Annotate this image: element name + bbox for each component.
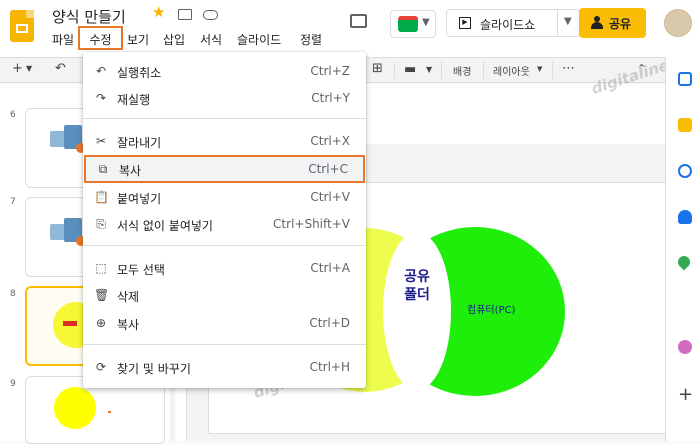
divider — [483, 62, 484, 79]
slide-number: 8 — [10, 289, 16, 299]
menu-item-undo[interactable]: ↶ 실행취소 Ctrl+Z — [83, 58, 366, 84]
app-header: 양식 만들기 ★ 파일 수정 보기 삽입 서식 슬라이드 정렬 ▼ ▶ 슬라이드… — [0, 0, 700, 57]
addon-icon[interactable] — [678, 340, 692, 354]
meet-icon — [398, 16, 418, 32]
cut-icon: ✂ — [95, 134, 107, 148]
insert-comment-icon[interactable]: ⊞ — [372, 61, 383, 76]
document-title[interactable]: 양식 만들기 — [52, 6, 126, 27]
edit-menu-dropdown: ↶ 실행취소 Ctrl+Z ↷ 재실행 Ctrl+Y ✂ 잘라내기 Ctrl+X… — [83, 52, 366, 388]
share-button[interactable]: 공유 — [579, 8, 646, 38]
menu-insert[interactable]: 삽입 — [163, 31, 185, 48]
undo-icon: ↶ — [95, 64, 107, 78]
add-addon-icon[interactable]: + — [678, 384, 693, 405]
menu-item-delete[interactable]: 🗑 삭제 — [83, 282, 366, 308]
slide-number: 9 — [10, 379, 16, 389]
menu-divider — [83, 245, 366, 246]
chevron-down-icon[interactable]: ▼ — [26, 64, 32, 73]
play-icon: ▶ — [459, 17, 471, 29]
slideshow-label: 슬라이드쇼 — [480, 18, 536, 32]
menu-item-paste[interactable]: 📋 붙여넣기 Ctrl+V — [83, 184, 366, 210]
meet-button[interactable]: ▼ — [390, 10, 436, 38]
menu-item-duplicate[interactable]: ⊕ 복사 Ctrl+D — [83, 310, 366, 336]
menu-divider — [83, 344, 366, 345]
maps-icon[interactable] — [675, 253, 693, 271]
slideshow-button[interactable]: ▶ 슬라이드쇼 ▼ — [446, 9, 580, 37]
redo-icon: ↷ — [95, 91, 107, 105]
comments-icon[interactable] — [350, 14, 367, 28]
divider — [557, 10, 558, 36]
person-icon — [591, 16, 603, 29]
menu-file[interactable]: 파일 — [52, 31, 74, 48]
thumbnail-mark — [63, 321, 77, 326]
divider — [394, 62, 395, 79]
share-label: 공유 — [609, 17, 632, 31]
avatar[interactable] — [664, 9, 692, 37]
contacts-icon[interactable] — [678, 210, 692, 224]
menu-item-select-all[interactable]: ⬚ 모두 선택 Ctrl+A — [83, 255, 366, 281]
slides-logo-icon[interactable] — [10, 10, 34, 42]
select-all-icon: ⬚ — [95, 261, 107, 275]
chevron-down-icon[interactable]: ▼ — [564, 16, 572, 27]
divider — [441, 62, 442, 79]
more-icon[interactable]: ⋯ — [562, 61, 575, 76]
tasks-icon[interactable] — [678, 164, 692, 178]
thumbnail-mark — [108, 411, 111, 413]
star-icon[interactable]: ★ — [152, 5, 165, 20]
slide-number: 6 — [10, 110, 16, 120]
slide-number: 7 — [10, 197, 16, 207]
menu-divider — [83, 118, 366, 119]
new-slide-icon[interactable]: + — [12, 61, 23, 76]
chevron-down-icon[interactable]: ▼ — [537, 65, 542, 73]
divider — [552, 62, 553, 79]
duplicate-icon: ⊕ — [95, 316, 107, 330]
paste-icon: 📋 — [94, 190, 109, 204]
chevron-down-icon: ▼ — [422, 17, 430, 28]
menu-item-paste-without-formatting[interactable]: ⎘ 서식 없이 붙여넣기 Ctrl+Shift+V — [83, 211, 366, 237]
cloud-saved-icon[interactable] — [203, 10, 218, 20]
computer-label: 컴퓨터(PC) — [467, 305, 516, 316]
menu-item-find-replace[interactable]: ⟳ 찾기 및 바꾸기 Ctrl+H — [83, 354, 366, 380]
menu-arrange[interactable]: 정렬 — [300, 31, 322, 48]
menu-format[interactable]: 서식 — [200, 31, 222, 48]
keep-icon[interactable] — [678, 118, 692, 132]
background-button[interactable]: 배경 — [453, 63, 471, 78]
undo-icon[interactable]: ↶ — [55, 61, 66, 76]
thumbnail-circle — [54, 387, 96, 429]
chevron-down-icon[interactable]: ▼ — [426, 65, 432, 74]
menu-item-cut[interactable]: ✂ 잘라내기 Ctrl+X — [83, 128, 366, 154]
menu-item-copy[interactable]: ⧉ 복사 Ctrl+C — [84, 155, 365, 183]
layout-button[interactable]: 레이아웃 — [493, 63, 530, 78]
menu-slide[interactable]: 슬라이드 — [237, 31, 281, 48]
delete-icon: 🗑 — [94, 288, 110, 302]
find-replace-icon: ⟳ — [95, 360, 107, 374]
menu-view[interactable]: 보기 — [127, 31, 149, 48]
keyboard-icon[interactable]: ▬ — [404, 62, 416, 77]
shared-folder-label: 공유폴더 — [404, 269, 430, 303]
copy-icon: ⧉ — [98, 162, 108, 176]
move-to-folder-icon[interactable] — [178, 9, 192, 20]
side-panel: + — [665, 57, 700, 441]
menu-item-redo[interactable]: ↷ 재실행 Ctrl+Y — [83, 85, 366, 111]
calendar-icon[interactable] — [678, 72, 692, 86]
overlap-region — [383, 232, 451, 390]
menu-edit[interactable]: 수정 — [78, 26, 123, 50]
paste-plain-icon: ⎘ — [96, 217, 106, 231]
